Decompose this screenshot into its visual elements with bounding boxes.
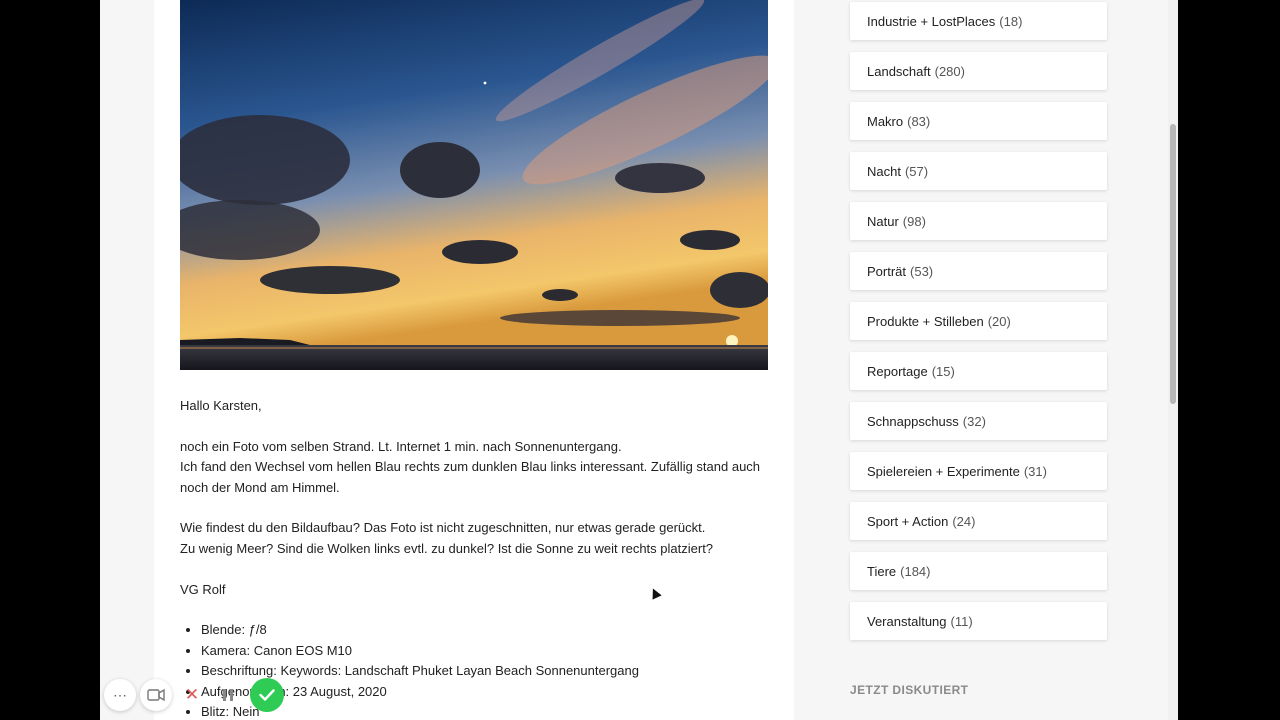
category-count: (53) (910, 263, 934, 279)
exif-date: Aufgenommen: 23 August, 2020 (201, 682, 780, 702)
category-count: (184) (900, 563, 931, 579)
category-produkte[interactable]: Produkte + Stilleben (20) (850, 302, 1107, 340)
category-count: (24) (952, 513, 976, 529)
category-nacht[interactable]: Nacht (57) (850, 152, 1107, 190)
category-label: Sport + Action (867, 513, 949, 529)
category-natur[interactable]: Natur (98) (850, 202, 1107, 240)
greeting: Hallo Karsten, (180, 398, 262, 413)
pause-recording-button[interactable] (212, 679, 244, 711)
paragraph-2-line-2: Zu wenig Meer? Sind die Wolken links evt… (180, 540, 714, 556)
category-label: Tiere (867, 563, 897, 579)
pause-icon (223, 689, 233, 701)
paragraph-1-line-1: noch ein Foto vom selben Strand. Lt. Int… (180, 438, 622, 454)
category-reportage[interactable]: Reportage (15) (850, 352, 1107, 390)
category-label: Reportage (867, 363, 928, 379)
category-count: (18) (999, 13, 1023, 29)
exif-camera: Kamera: Canon EOS M10 (201, 641, 780, 661)
paragraph-1-line-2: Ich fand den Wechsel vom hellen Blau rec… (180, 459, 761, 495)
category-label: Spielereien + Experimente (867, 463, 1020, 479)
category-label: Nacht (867, 163, 901, 179)
category-spielereien[interactable]: Spielereien + Experimente (31) (850, 452, 1107, 490)
category-label: Industrie + LostPlaces (867, 13, 996, 29)
category-count: (20) (987, 313, 1011, 329)
paragraph-2-line-1: Wie findest du den Bildaufbau? Das Foto … (180, 520, 706, 536)
signature: VG Rolf (180, 581, 226, 597)
scrollbar-thumb[interactable] (1170, 124, 1176, 404)
category-makro[interactable]: Makro (83) (850, 102, 1107, 140)
category-veranstaltung[interactable]: Veranstaltung (11) (850, 602, 1107, 640)
category-industrie[interactable]: Industrie + LostPlaces (18) (850, 2, 1107, 40)
paragraph-2: Wie findest du den Bildaufbau? Das Foto … (180, 518, 780, 559)
category-landschaft[interactable]: Landschaft (280) (850, 52, 1107, 90)
category-count: (98) (902, 213, 926, 229)
check-icon (259, 689, 275, 701)
category-count: (31) (1023, 463, 1047, 479)
category-count: (57) (904, 163, 929, 179)
more-icon: ⋯ (113, 686, 127, 703)
sunset-photo (180, 0, 768, 370)
category-count: (280) (934, 63, 965, 79)
category-schnappschuss[interactable]: Schnappschuss (32) (850, 402, 1107, 440)
category-count: (32) (962, 413, 986, 429)
post-body: Hallo Karsten, noch ein Foto vom selben … (180, 396, 780, 720)
category-sport[interactable]: Sport + Action (24) (850, 502, 1107, 540)
category-label: Produkte + Stilleben (867, 313, 984, 329)
category-tiere[interactable]: Tiere (184) (850, 552, 1107, 590)
camera-button[interactable] (140, 679, 172, 711)
category-count: (15) (931, 363, 955, 379)
category-count: (11) (950, 613, 973, 629)
category-count: (83) (907, 113, 931, 129)
category-portraet[interactable]: Porträt (53) (850, 252, 1107, 290)
exif-flash: Blitz: Nein (201, 702, 780, 720)
category-label: Veranstaltung (867, 613, 947, 629)
category-label: Makro (867, 113, 904, 129)
paragraph-1: noch ein Foto vom selben Strand. Lt. Int… (180, 437, 780, 498)
post-content: Hallo Karsten, noch ein Foto vom selben … (154, 0, 794, 720)
sidebar-heading-discussed: JETZT DISKUTIERT (850, 683, 969, 697)
exif-caption: Beschriftung: Keywords: Landschaft Phuke… (201, 661, 780, 681)
cancel-recording-button[interactable]: ✕ (176, 679, 208, 711)
exif-aperture: Blende: ƒ/8 (201, 620, 780, 640)
category-label: Landschaft (867, 63, 931, 79)
category-label: Natur (867, 213, 899, 229)
finish-recording-button[interactable] (250, 678, 284, 712)
close-icon: ✕ (184, 685, 200, 704)
camera-icon (147, 688, 165, 702)
category-label: Schnappschuss (867, 413, 959, 429)
category-label: Porträt (867, 263, 907, 279)
page: Hallo Karsten, noch ein Foto vom selben … (100, 0, 1178, 720)
more-button[interactable]: ⋯ (104, 679, 136, 711)
post-photo[interactable] (180, 0, 768, 370)
